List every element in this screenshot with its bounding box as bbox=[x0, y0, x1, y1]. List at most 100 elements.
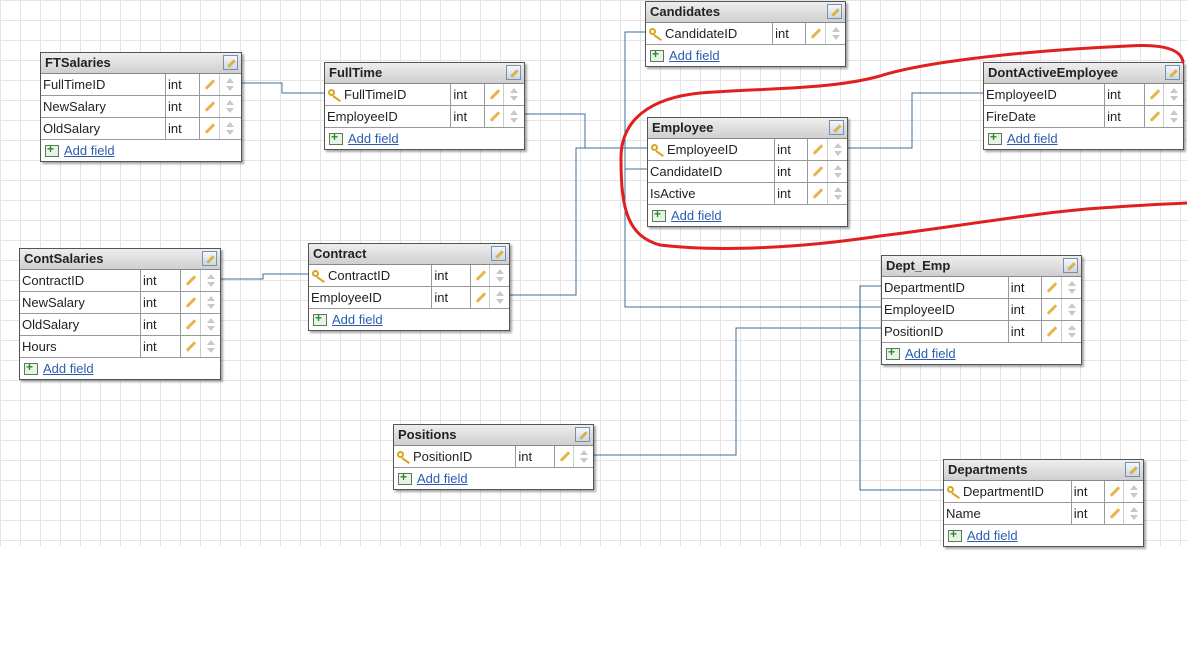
add-field-link[interactable]: Add field bbox=[671, 208, 722, 223]
field-row[interactable]: EmployeeID int bbox=[648, 139, 847, 161]
edit-field-button[interactable] bbox=[555, 446, 574, 467]
edit-field-button[interactable] bbox=[808, 139, 828, 160]
table-employee[interactable]: Employee EmployeeID int CandidateID int IsAct… bbox=[647, 117, 848, 227]
edit-field-button[interactable] bbox=[181, 292, 201, 313]
add-field-icon[interactable] bbox=[329, 130, 343, 145]
reorder-field-button[interactable] bbox=[1164, 84, 1183, 105]
edit-field-button[interactable] bbox=[1145, 84, 1164, 105]
reorder-field-button[interactable] bbox=[220, 96, 240, 117]
field-row[interactable]: NewSalary int bbox=[41, 96, 241, 118]
field-row[interactable]: NewSalary int bbox=[20, 292, 220, 314]
add-field-icon[interactable] bbox=[24, 360, 38, 375]
field-row[interactable]: Hours int bbox=[20, 336, 220, 358]
edit-field-button[interactable] bbox=[181, 270, 201, 291]
field-row[interactable]: ContractID int bbox=[20, 270, 220, 292]
field-row[interactable]: PositionID int bbox=[394, 446, 593, 468]
reorder-field-button[interactable] bbox=[1062, 321, 1082, 342]
reorder-field-button[interactable] bbox=[828, 161, 847, 182]
table-fulltime[interactable]: FullTime FullTimeID int EmployeeID int Add fi… bbox=[324, 62, 525, 150]
edit-table-icon[interactable] bbox=[491, 246, 506, 261]
edit-field-button[interactable] bbox=[181, 336, 201, 357]
edit-table-icon[interactable] bbox=[506, 65, 521, 80]
edit-field-button[interactable] bbox=[200, 74, 220, 95]
edit-field-button[interactable] bbox=[485, 106, 505, 127]
add-field-link[interactable]: Add field bbox=[332, 312, 383, 327]
field-row[interactable]: EmployeeID int bbox=[882, 299, 1081, 321]
field-row[interactable]: OldSalary int bbox=[20, 314, 220, 336]
edit-table-icon[interactable] bbox=[1125, 462, 1140, 477]
table-positions[interactable]: Positions PositionID int Add field bbox=[393, 424, 594, 490]
edit-field-button[interactable] bbox=[806, 23, 826, 44]
reorder-field-button[interactable] bbox=[574, 446, 593, 467]
edit-field-button[interactable] bbox=[1042, 277, 1062, 298]
edit-field-button[interactable] bbox=[181, 314, 201, 335]
reorder-field-button[interactable] bbox=[826, 23, 845, 44]
field-row[interactable]: PositionID int bbox=[882, 321, 1081, 343]
add-field-icon[interactable] bbox=[652, 207, 666, 222]
table-departments[interactable]: Departments DepartmentID int Name int Add fie… bbox=[943, 459, 1144, 547]
edit-field-button[interactable] bbox=[471, 265, 490, 286]
edit-field-button[interactable] bbox=[1105, 503, 1124, 524]
reorder-field-button[interactable] bbox=[201, 292, 221, 313]
field-row[interactable]: OldSalary int bbox=[41, 118, 241, 140]
reorder-field-button[interactable] bbox=[490, 287, 509, 308]
edit-field-button[interactable] bbox=[1042, 321, 1062, 342]
field-row[interactable]: EmployeeID int bbox=[309, 287, 509, 309]
field-row[interactable]: DepartmentID int bbox=[882, 277, 1081, 299]
edit-table-icon[interactable] bbox=[827, 4, 842, 19]
edit-field-button[interactable] bbox=[200, 96, 220, 117]
edit-field-button[interactable] bbox=[485, 84, 505, 105]
edit-field-button[interactable] bbox=[808, 183, 828, 204]
field-row[interactable]: ContractID int bbox=[309, 265, 509, 287]
add-field-icon[interactable] bbox=[313, 311, 327, 326]
edit-table-icon[interactable] bbox=[829, 120, 844, 135]
reorder-field-button[interactable] bbox=[201, 336, 221, 357]
add-field-link[interactable]: Add field bbox=[905, 346, 956, 361]
add-field-link[interactable]: Add field bbox=[348, 131, 399, 146]
reorder-field-button[interactable] bbox=[828, 139, 847, 160]
add-field-icon[interactable] bbox=[948, 527, 962, 542]
table-contsalaries[interactable]: ContSalaries ContractID int NewSalary int Old… bbox=[19, 248, 221, 380]
reorder-field-button[interactable] bbox=[1124, 503, 1143, 524]
reorder-field-button[interactable] bbox=[1062, 299, 1082, 320]
reorder-field-button[interactable] bbox=[201, 314, 221, 335]
add-field-icon[interactable] bbox=[650, 47, 664, 62]
reorder-field-button[interactable] bbox=[1164, 106, 1183, 127]
table-dept-emp[interactable]: Dept_Emp DepartmentID int EmployeeID int Posi… bbox=[881, 255, 1082, 365]
reorder-field-button[interactable] bbox=[1124, 481, 1143, 502]
table-ftsalaries[interactable]: FTSalaries FullTimeID int NewSalary int OldSa… bbox=[40, 52, 242, 162]
reorder-field-button[interactable] bbox=[220, 118, 240, 139]
add-field-icon[interactable] bbox=[45, 142, 59, 157]
edit-field-button[interactable] bbox=[1105, 481, 1124, 502]
field-row[interactable]: EmployeeID int bbox=[984, 84, 1183, 106]
field-row[interactable]: EmployeeID int bbox=[325, 106, 524, 128]
reorder-field-button[interactable] bbox=[828, 183, 847, 204]
field-row[interactable]: DepartmentID int bbox=[944, 481, 1143, 503]
table-contract[interactable]: Contract ContractID int EmployeeID int Add fi… bbox=[308, 243, 510, 331]
edit-field-button[interactable] bbox=[471, 287, 490, 308]
edit-table-icon[interactable] bbox=[223, 55, 238, 70]
edit-table-icon[interactable] bbox=[1165, 65, 1180, 80]
reorder-field-button[interactable] bbox=[1062, 277, 1082, 298]
reorder-field-button[interactable] bbox=[490, 265, 509, 286]
reorder-field-button[interactable] bbox=[504, 106, 524, 127]
edit-field-button[interactable] bbox=[1042, 299, 1062, 320]
add-field-icon[interactable] bbox=[988, 130, 1002, 145]
table-candidates[interactable]: Candidates CandidateID int Add field bbox=[645, 1, 846, 67]
field-row[interactable]: IsActive int bbox=[648, 183, 847, 205]
add-field-link[interactable]: Add field bbox=[1007, 131, 1058, 146]
add-field-link[interactable]: Add field bbox=[64, 143, 115, 158]
table-dontactiveemployee[interactable]: DontActiveEmployee EmployeeID int FireDate i… bbox=[983, 62, 1184, 150]
add-field-link[interactable]: Add field bbox=[669, 48, 720, 63]
field-row[interactable]: CandidateID int bbox=[646, 23, 845, 45]
field-row[interactable]: CandidateID int bbox=[648, 161, 847, 183]
edit-field-button[interactable] bbox=[808, 161, 828, 182]
add-field-icon[interactable] bbox=[886, 345, 900, 360]
add-field-link[interactable]: Add field bbox=[43, 361, 94, 376]
reorder-field-button[interactable] bbox=[504, 84, 524, 105]
field-row[interactable]: FireDate int bbox=[984, 106, 1183, 128]
edit-field-button[interactable] bbox=[1145, 106, 1164, 127]
field-row[interactable]: Name int bbox=[944, 503, 1143, 525]
reorder-field-button[interactable] bbox=[220, 74, 240, 95]
field-row[interactable]: FullTimeID int bbox=[325, 84, 524, 106]
